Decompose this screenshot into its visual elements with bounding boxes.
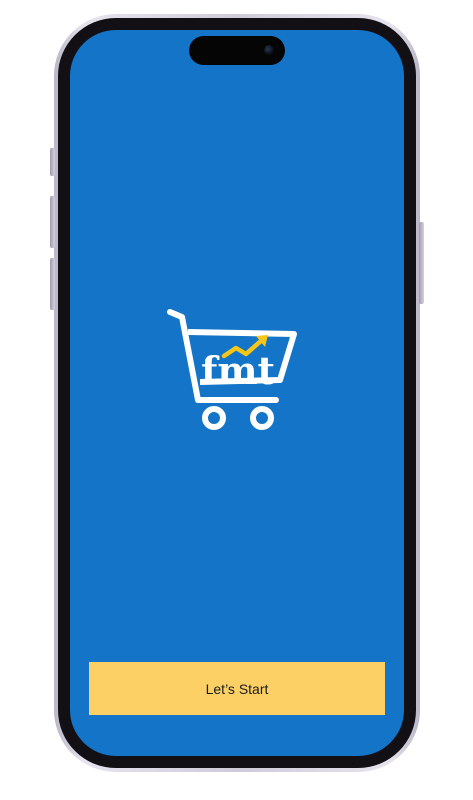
dynamic-island xyxy=(189,36,285,65)
cart-wheel-right-icon xyxy=(250,406,274,430)
camera-icon xyxy=(264,45,274,55)
logo-text: fmt xyxy=(201,348,276,393)
action-button xyxy=(50,148,55,176)
power-button xyxy=(419,222,424,304)
splash-screen: fmt Let’s Start xyxy=(70,30,404,756)
volume-up-button xyxy=(50,196,55,248)
lets-start-button[interactable]: Let’s Start xyxy=(89,662,385,715)
volume-down-button xyxy=(50,258,55,310)
device-mockup: fmt Let’s Start xyxy=(0,0,473,800)
cart-wheel-left-icon xyxy=(202,406,226,430)
fmt-cart-logo: fmt xyxy=(167,309,297,430)
